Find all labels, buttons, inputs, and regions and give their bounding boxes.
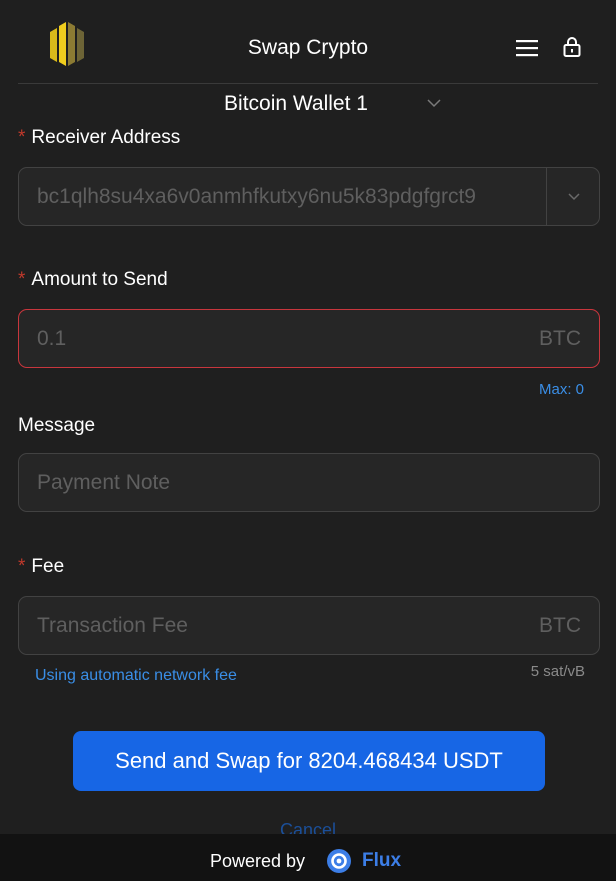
required-mark: *	[18, 556, 26, 577]
header: Swap Crypto	[0, 0, 616, 84]
message-input[interactable]: Payment Note	[18, 453, 600, 512]
amount-placeholder: 0.1	[37, 327, 67, 350]
message-label: Message	[18, 415, 96, 436]
fee-unit: BTC	[539, 614, 581, 637]
footer: Powered by Flux	[0, 834, 616, 881]
amount-unit: BTC	[539, 327, 581, 350]
swap-crypto-screen: Swap Crypto Bitcoin Wallet 1 * Receiver A…	[0, 0, 616, 881]
fee-placeholder: Transaction Fee	[37, 614, 188, 637]
chevron-down-icon[interactable]	[566, 190, 582, 204]
lock-icon[interactable]	[562, 36, 582, 58]
flux-brand-name: Flux	[362, 850, 402, 871]
wallet-selector[interactable]: Bitcoin Wallet 1	[0, 92, 616, 120]
powered-by-label: Powered by	[210, 851, 306, 871]
required-mark: *	[18, 127, 26, 148]
wallet-selected-label: Bitcoin Wallet 1	[224, 92, 368, 115]
hamburger-menu-icon[interactable]	[516, 38, 538, 58]
send-and-swap-button[interactable]: Send and Swap for 8204.468434 USDT	[73, 731, 545, 791]
amount-input[interactable]: 0.1 BTC	[18, 309, 600, 368]
fee-input[interactable]: Transaction Fee BTC	[18, 596, 600, 655]
fee-rate: 5 sat/vB	[530, 663, 585, 680]
receiver-address-label: * Receiver Address	[18, 127, 181, 148]
receiver-address-value: bc1qlh8su4xa6v0anmhfkutxy6nu5k83pdgfgrct…	[37, 185, 476, 208]
amount-label: * Amount to Send	[18, 269, 168, 290]
max-amount-link[interactable]: Max: 0	[539, 381, 584, 398]
fee-label: * Fee	[18, 556, 65, 577]
header-divider	[18, 83, 598, 84]
flux-logo-icon	[327, 849, 351, 873]
chevron-down-icon	[427, 99, 441, 108]
field-divider	[546, 168, 547, 225]
message-placeholder: Payment Note	[37, 471, 171, 494]
required-mark: *	[18, 269, 26, 290]
receiver-address-field[interactable]: bc1qlh8su4xa6v0anmhfkutxy6nu5k83pdgfgrct…	[18, 167, 600, 226]
automatic-fee-note[interactable]: Using automatic network fee	[35, 667, 237, 685]
